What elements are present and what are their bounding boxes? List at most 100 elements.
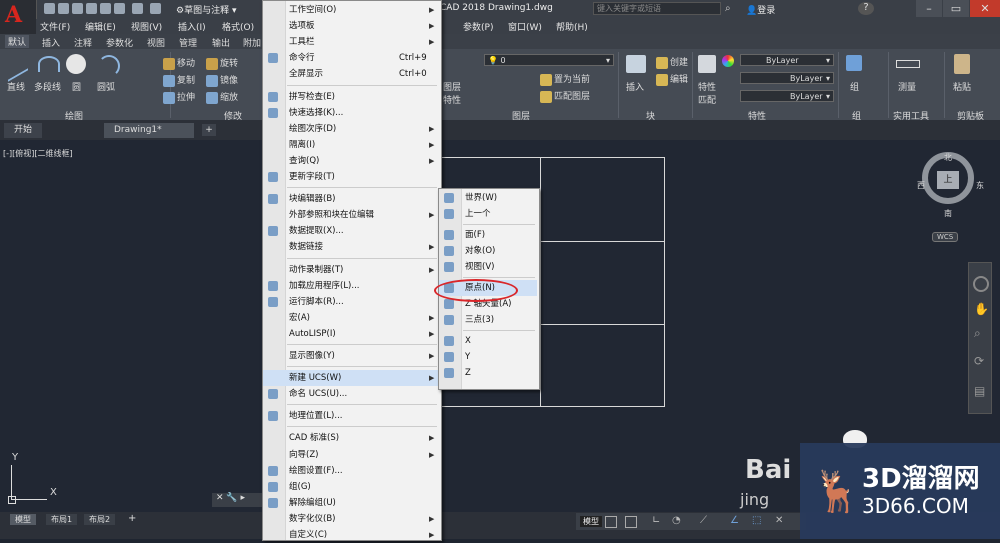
selection-cycling-icon[interactable]: ⬚ [752, 515, 761, 526]
steering-wheel-icon[interactable] [973, 276, 989, 292]
ucs-submenu-item[interactable]: 视图(V) [439, 259, 537, 275]
search-icon[interactable]: ⌕ [725, 3, 731, 14]
arc-button[interactable]: 圆弧 [97, 80, 115, 93]
tools-menu-item[interactable]: 命令行 Ctrl+9 [263, 50, 439, 66]
mirror-button[interactable]: 镜像 [206, 73, 238, 87]
tab-addons[interactable]: 附加 [243, 36, 261, 49]
group-button[interactable]: 组 [850, 80, 859, 93]
tools-menu-item[interactable]: 显示图像(Y) ▶ [263, 348, 439, 364]
tools-menu-item[interactable]: 数据链接 ▶ [263, 239, 439, 255]
tools-menu-item[interactable]: 工具栏 ▶ [263, 34, 439, 50]
tab-default[interactable]: 默认 [5, 35, 30, 48]
tools-menu-item[interactable]: 绘图设置(F)... [263, 463, 439, 479]
wcs-menu[interactable]: WCS [932, 232, 959, 242]
create-block-button[interactable]: 创建 [656, 55, 688, 69]
ucs-submenu-item[interactable]: Y [439, 349, 537, 365]
tab-manage[interactable]: 管理 [179, 36, 197, 49]
tools-menu-item[interactable]: 快速选择(K)... [263, 105, 439, 121]
line-button[interactable]: 直线 [7, 80, 25, 93]
menu-window[interactable]: 窗口(W) [508, 20, 542, 33]
tools-menu-item[interactable]: 隔离(I) ▶ [263, 137, 439, 153]
tools-menu-item[interactable]: 绘图次序(D) ▶ [263, 121, 439, 137]
menu-help[interactable]: 帮助(H) [556, 20, 588, 33]
minimize-button[interactable]: – [916, 0, 942, 17]
layer-properties-button[interactable]: 图层 [443, 80, 461, 93]
paste-button[interactable]: 粘贴 [953, 80, 971, 93]
stretch-button[interactable]: 拉伸 [163, 90, 195, 104]
tools-menu-item[interactable]: 向导(Z) ▶ [263, 447, 439, 463]
ucs-submenu-item[interactable]: Z [439, 365, 537, 381]
tab-annotate[interactable]: 注释 [74, 36, 92, 49]
tools-menu-item[interactable]: 全屏显示 Ctrl+0 [263, 66, 439, 82]
match-layer-button[interactable]: 匹配图层 [540, 89, 590, 103]
polar-icon[interactable]: ◔ [672, 515, 681, 526]
workspace-selector[interactable]: ⚙草图与注释 ▾ [176, 3, 256, 16]
print-icon[interactable] [100, 3, 111, 14]
tab-model[interactable]: 模型 [10, 514, 36, 525]
ucs-submenu-item[interactable]: 世界(W) [439, 190, 537, 206]
tools-menu-item[interactable]: 解除编组(U) [263, 495, 439, 511]
tools-menu-item[interactable]: 数据提取(X)... [263, 223, 439, 239]
showmotion-icon[interactable]: ▤ [974, 384, 985, 398]
menu-view[interactable]: 视图(V) [131, 20, 162, 33]
rotate-button[interactable]: 旋转 [206, 56, 238, 70]
tools-menu-item[interactable]: 加载应用程序(L)... [263, 278, 439, 294]
close-button[interactable]: ✕ [970, 0, 1000, 17]
circle-button[interactable]: 圆 [72, 80, 81, 93]
tools-menu-item[interactable]: AutoLISP(I) ▶ [263, 326, 439, 342]
command-line[interactable]: ✕ 🔧 ▸ [212, 493, 265, 507]
scale-button[interactable]: 缩放 [206, 90, 238, 104]
pan-icon[interactable]: ✋ [974, 302, 989, 316]
new-tab-icon[interactable]: + [202, 124, 216, 136]
tools-menu-item[interactable]: 动作录制器(T) ▶ [263, 262, 439, 278]
tools-menu-item[interactable]: 命名 UCS(U)... [263, 386, 439, 402]
compass-north[interactable]: 北 [944, 152, 952, 163]
ucs-submenu-item[interactable]: 三点(3) [439, 312, 537, 328]
ucs-submenu-item[interactable]: X [439, 333, 537, 349]
open-file-icon[interactable] [58, 3, 69, 14]
menu-insert[interactable]: 插入(I) [178, 20, 206, 33]
tools-menu-item[interactable]: 宏(A) ▶ [263, 310, 439, 326]
tools-menu-item[interactable]: 自定义(C) ▶ [263, 527, 439, 543]
lineweight-dropdown[interactable]: ByLayer ▾ [740, 90, 834, 102]
tab-view[interactable]: 视图 [147, 36, 165, 49]
search-input[interactable]: 键入关键字或短语 [593, 2, 721, 15]
add-layout-icon[interactable]: + [128, 513, 136, 524]
tools-menu-item[interactable]: 更新字段(T) [263, 169, 439, 185]
tools-menu-item[interactable]: 拼写检查(E) [263, 89, 439, 105]
match-properties-button[interactable]: 特性 [698, 80, 716, 93]
tools-menu-item[interactable]: 选项板 ▶ [263, 18, 439, 34]
insert-block-button[interactable]: 插入 [626, 80, 644, 93]
compass-south[interactable]: 南 [944, 208, 952, 219]
tools-menu-item[interactable]: 组(G) [263, 479, 439, 495]
tools-menu-item[interactable]: 查询(Q) ▶ [263, 153, 439, 169]
menu-edit[interactable]: 编辑(E) [85, 20, 116, 33]
compass-west[interactable]: 西 [917, 180, 925, 191]
viewport-controls[interactable]: [-][俯视][二维线框] [3, 148, 73, 159]
save-icon[interactable] [72, 3, 83, 14]
tab-drawing1[interactable]: Drawing1* [104, 123, 194, 138]
edit-block-button[interactable]: 编辑 [656, 72, 688, 86]
ucs-submenu-item[interactable]: 上一个 [439, 206, 537, 222]
undo-icon[interactable] [132, 3, 143, 14]
redo-icon[interactable] [150, 3, 161, 14]
tab-insert[interactable]: 插入 [42, 36, 60, 49]
tab-layout1[interactable]: 布局1 [46, 514, 78, 525]
snap-icon[interactable] [625, 516, 637, 528]
osnap-icon[interactable]: ⟋ [700, 515, 707, 526]
viewcube-top-face[interactable]: 上 [937, 171, 959, 189]
polyline-button[interactable]: 多段线 [34, 80, 61, 93]
tools-menu-item[interactable]: 运行脚本(R)... [263, 294, 439, 310]
menu-parametric[interactable]: 参数(P) [463, 20, 493, 33]
tools-menu-item[interactable]: 数字化仪(B) ▶ [263, 511, 439, 527]
tools-menu-item[interactable]: 新建 UCS(W) ▶ [263, 370, 439, 387]
save-as-icon[interactable] [86, 3, 97, 14]
new-file-icon[interactable] [44, 3, 55, 14]
tools-menu-item[interactable]: 工作空间(O) ▶ [263, 2, 439, 18]
dynamic-input-icon[interactable]: ∠ [730, 515, 739, 526]
tab-layout2[interactable]: 布局2 [84, 514, 116, 525]
model-space-toggle[interactable]: 模型 [580, 516, 602, 527]
color-dropdown[interactable]: ByLayer ▾ [740, 54, 834, 66]
ucs-submenu-item[interactable]: 面(F) [439, 227, 537, 243]
tools-menu-item[interactable]: 地理位置(L)... [263, 408, 439, 424]
